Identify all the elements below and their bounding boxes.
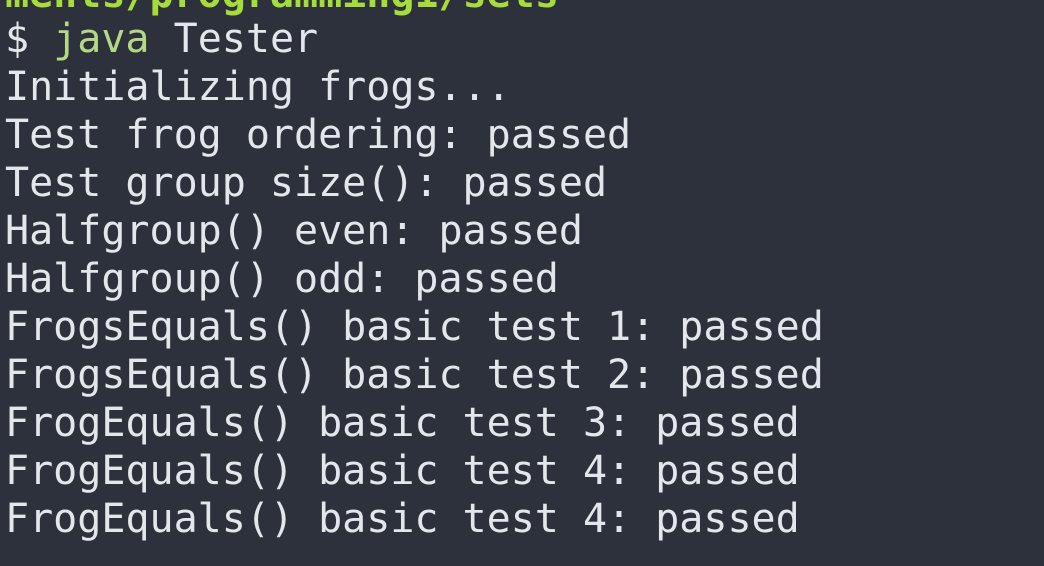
- prompt-symbol: $: [5, 16, 30, 62]
- output-line: Test group size(): passed: [5, 160, 608, 206]
- output-line: Halfgroup() odd: passed: [5, 256, 559, 302]
- output-line: Halfgroup() even: passed: [5, 208, 583, 254]
- command-name: java: [53, 16, 150, 62]
- output-line: Initializing frogs...: [5, 64, 511, 110]
- command-argument: Tester: [173, 16, 319, 62]
- terminal-window[interactable]: ments/programming1/sets $ java Tester In…: [0, 0, 1044, 566]
- output-line: FrogsEquals() basic test 2: passed: [5, 352, 824, 398]
- output-line: FrogsEquals() basic test 1: passed: [5, 304, 824, 350]
- command-prompt-line: $ java Tester: [5, 15, 318, 63]
- output-line: FrogEquals() basic test 4: passed: [5, 448, 800, 494]
- output-line: FrogEquals() basic test 4: passed: [5, 496, 800, 542]
- output-line: FrogEquals() basic test 3: passed: [5, 400, 800, 446]
- output-line: Test frog ordering: passed: [5, 112, 632, 158]
